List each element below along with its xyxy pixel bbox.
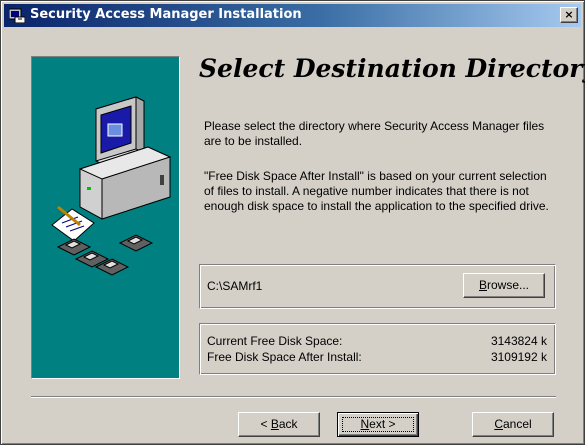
window-title: Security Access Manager Installation bbox=[30, 7, 302, 22]
back-label: ack bbox=[278, 417, 298, 431]
current-space-label: Current Free Disk Space: bbox=[207, 334, 343, 348]
computer-with-disks-icon bbox=[51, 96, 172, 276]
installer-app-icon bbox=[9, 8, 25, 23]
back-button[interactable]: < Back bbox=[238, 412, 320, 437]
instructions-text: Please select the directory where Securi… bbox=[204, 119, 545, 148]
after-install-space-label: Free Disk Space After Install: bbox=[207, 350, 362, 364]
disk-space-group: Current Free Disk Space: 3143824 k Free … bbox=[199, 323, 556, 375]
cancel-button[interactable]: Cancel bbox=[472, 412, 554, 437]
close-icon: × bbox=[564, 8, 574, 21]
wizard-side-panel bbox=[31, 56, 180, 379]
disk-space-note: "Free Disk Space After Install" is based… bbox=[204, 169, 549, 213]
after-install-space-row: Free Disk Space After Install: 3109192 k bbox=[207, 350, 547, 364]
browse-button[interactable]: Browse... bbox=[463, 273, 545, 298]
browse-mnemonic: B bbox=[478, 278, 487, 292]
current-space-value: 3143824 k bbox=[490, 334, 547, 348]
current-space-row: Current Free Disk Space: 3143824 k bbox=[207, 334, 547, 348]
destination-folder-group: C:\SAMrf1 Browse... bbox=[199, 264, 556, 309]
button-separator bbox=[31, 396, 556, 398]
browse-label: rowse... bbox=[487, 278, 530, 292]
next-button[interactable]: Next > bbox=[337, 412, 419, 437]
after-install-space-value: 3109192 k bbox=[490, 350, 547, 364]
back-mnemonic: B bbox=[270, 417, 279, 431]
page-title: Select Destination Directory bbox=[199, 54, 585, 83]
installer-window: Security Access Manager Installation × S… bbox=[0, 0, 585, 445]
cancel-mnemonic: C bbox=[494, 417, 503, 431]
destination-path: C:\SAMrf1 bbox=[207, 279, 263, 293]
back-arrow-label: < bbox=[260, 417, 271, 431]
close-button[interactable]: × bbox=[560, 7, 578, 23]
cancel-label: ancel bbox=[502, 417, 532, 431]
focus-rectangle bbox=[342, 417, 414, 432]
title-bar[interactable]: Security Access Manager Installation × bbox=[4, 4, 581, 27]
